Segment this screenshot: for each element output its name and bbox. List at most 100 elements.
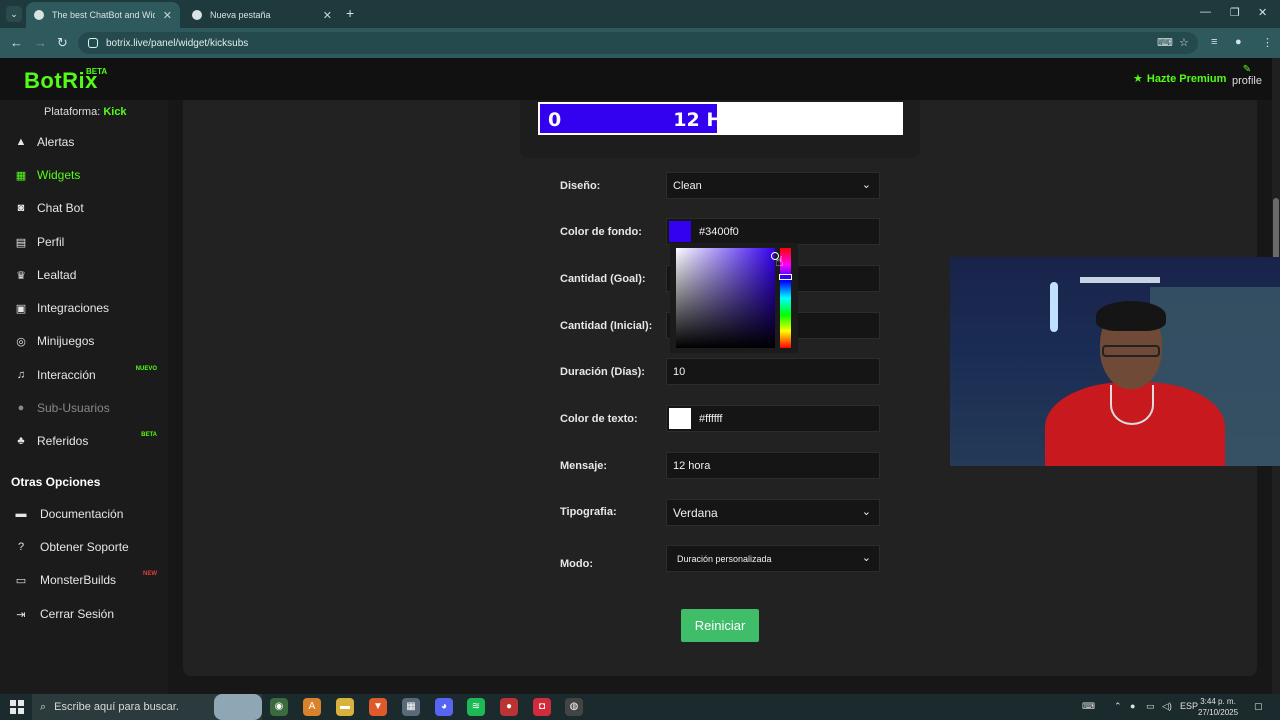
sidebar-item-chat-bot[interactable]: ◙ Chat Bot [0, 195, 168, 221]
discord-icon[interactable]: ◕ [435, 698, 453, 716]
profile-link[interactable]: ✎ profile [1232, 64, 1262, 87]
reading-list-icon[interactable]: ≡ [1211, 36, 1217, 48]
sidebar-item-interaccion[interactable]: ♫ Interacción NUEVO [0, 362, 168, 388]
tray-chevron-icon[interactable]: ⌃ [1114, 701, 1122, 712]
profile-avatar-icon[interactable]: ● [1235, 36, 1242, 48]
sidebar-item-label: Cerrar Sesión [40, 607, 115, 621]
tab-botrix[interactable]: The best ChatBot and Widgets ✕ [26, 2, 180, 28]
tab-search-icon[interactable]: ⌄ [6, 6, 22, 22]
sidebar-item-label: Obtener Soporte [40, 540, 129, 554]
calculator-icon[interactable]: ▦ [402, 698, 420, 716]
bg-color-input[interactable]: #3400f0 [666, 218, 880, 245]
message-input[interactable]: 12 hora [666, 452, 880, 479]
bg-color-label: Color de fondo: [560, 226, 642, 238]
design-select[interactable]: Clean ⌄ [666, 172, 880, 199]
hue-slider-thumb[interactable] [779, 274, 792, 280]
windows-start-icon[interactable] [10, 700, 24, 714]
browser-tab-bar: ⌄ The best ChatBot and Widgets ✕ Nueva p… [0, 0, 1280, 28]
text-color-swatch[interactable] [669, 408, 691, 429]
spotify-icon[interactable]: ≋ [467, 698, 485, 716]
notifications-icon[interactable]: ▢ [1254, 701, 1263, 712]
tray-app-icon[interactable]: ● [1130, 701, 1135, 711]
sidebar-item-minijuegos[interactable]: ◎ Minijuegos [0, 328, 168, 354]
close-tab-icon[interactable]: ✕ [323, 9, 332, 22]
mode-value: Duración personalizada [677, 553, 772, 564]
sidebar-item-label: Minijuegos [37, 334, 95, 348]
close-tab-icon[interactable]: ✕ [163, 9, 172, 22]
music-icon: ♫ [16, 369, 26, 381]
reset-button[interactable]: Reiniciar [681, 609, 759, 642]
taskbar-clock[interactable]: 3:44 p. m. 27/10/2025 [1198, 696, 1238, 718]
file-explorer-icon[interactable]: ▬ [336, 698, 354, 716]
webcam-light [1050, 282, 1058, 332]
app-record-icon[interactable]: ◘ [533, 698, 551, 716]
help-icon: ? [17, 541, 25, 553]
site-info-icon[interactable] [88, 38, 98, 48]
bg-color-swatch[interactable] [669, 221, 691, 242]
chrome-icon[interactable]: ◉ [270, 698, 288, 716]
clock-time: 3:44 p. m. [1200, 697, 1236, 706]
sidebar-item-label: Referidos [37, 434, 89, 448]
text-color-value: #ffffff [699, 412, 723, 425]
font-select[interactable]: Verdana ⌄ [666, 499, 880, 526]
sidebar-item-widgets[interactable]: ▦ Widgets [0, 162, 168, 188]
sidebar-item-referidos[interactable]: ♣ Referidos BETA [0, 428, 168, 454]
sidebar-item-cerrar-sesion[interactable]: ⇥ Cerrar Sesión [0, 601, 168, 627]
sidebar-item-lealtad[interactable]: ♛ Lealtad [0, 262, 168, 288]
tab-new[interactable]: Nueva pestaña ✕ [184, 2, 340, 28]
premium-button[interactable]: ★ Hazte Premium [1133, 72, 1226, 86]
minimize-icon[interactable]: — [1200, 6, 1211, 18]
saturation-value-area[interactable] [676, 248, 779, 348]
sidebar-item-alertas[interactable]: ▲ Alertas [0, 129, 168, 155]
sidebar-item-integraciones[interactable]: ▣ Integraciones [0, 295, 168, 321]
profile-label: profile [1232, 75, 1262, 87]
mode-select[interactable]: Duración personalizada ⌄ [666, 545, 880, 572]
id-card-icon: ▤ [15, 236, 27, 249]
tab-title: The best ChatBot and Widgets [52, 10, 155, 20]
tab-favicon-icon [34, 10, 44, 20]
design-value: Clean [673, 179, 702, 192]
restore-icon[interactable]: ❐ [1230, 6, 1240, 19]
volume-icon[interactable]: ◁) [1162, 701, 1172, 712]
other-options-heading: Otras Opciones [11, 475, 101, 489]
menu-dots-icon[interactable]: ⋮ [1262, 36, 1273, 49]
chevron-down-icon: ⌄ [861, 179, 871, 191]
design-label: Diseño: [560, 180, 601, 192]
obs-icon[interactable]: ◍ [565, 698, 583, 716]
duration-label: Duración (Días): [560, 366, 645, 378]
taskbar-search[interactable]: ⌕ Escribe aquí para buscar. [32, 694, 262, 720]
close-window-icon[interactable]: ✕ [1258, 6, 1267, 19]
sidebar-item-label: Interacción [37, 368, 96, 382]
duration-input[interactable]: 10 [666, 358, 880, 385]
sidebar-item-documentacion[interactable]: ▬ Documentación [0, 501, 168, 527]
app-mask-icon[interactable]: ● [500, 698, 518, 716]
tab-title: Nueva pestaña [210, 10, 271, 20]
url-bar[interactable]: botrix.live/panel/widget/kicksubs [78, 32, 1198, 54]
search-placeholder: Escribe aquí para buscar. [54, 701, 179, 713]
network-icon[interactable]: ▭ [1146, 701, 1155, 712]
new-tab-button[interactable]: + [346, 5, 354, 21]
text-color-input[interactable]: #ffffff [666, 405, 880, 432]
url-text: botrix.live/panel/widget/kicksubs [106, 37, 249, 49]
keyboard-icon[interactable]: ⌨ [1082, 701, 1095, 712]
translate-icon[interactable]: ⌨ [1157, 36, 1173, 49]
search-highlight-image [214, 694, 262, 720]
bookmark-star-icon[interactable]: ☆ [1179, 36, 1189, 49]
forward-icon[interactable]: → [34, 35, 47, 50]
beta-label: BETA [86, 67, 108, 76]
app-a-icon[interactable]: A [303, 698, 321, 716]
back-icon[interactable]: ← [10, 35, 23, 50]
language-indicator[interactable]: ESP [1180, 701, 1198, 711]
mouse-cursor-icon: ☝ [775, 253, 784, 269]
platform-label: Plataforma: [44, 106, 101, 118]
reload-icon[interactable]: ↻ [57, 35, 68, 51]
sidebar-item-sub-usuarios[interactable]: ● Sub-Usuarios [0, 395, 168, 421]
text-color-label: Color de texto: [560, 413, 638, 425]
sidebar-item-monsterbuilds[interactable]: ▭ MonsterBuilds NEW [0, 567, 168, 593]
robot-icon: ◙ [17, 202, 25, 214]
gamepad-icon: ◎ [16, 335, 26, 348]
sidebar-item-label: Widgets [37, 168, 81, 182]
sidebar-item-soporte[interactable]: ? Obtener Soporte [0, 534, 168, 560]
brave-icon[interactable]: ▼ [369, 698, 387, 716]
sidebar-item-perfil[interactable]: ▤ Perfil [0, 229, 168, 255]
